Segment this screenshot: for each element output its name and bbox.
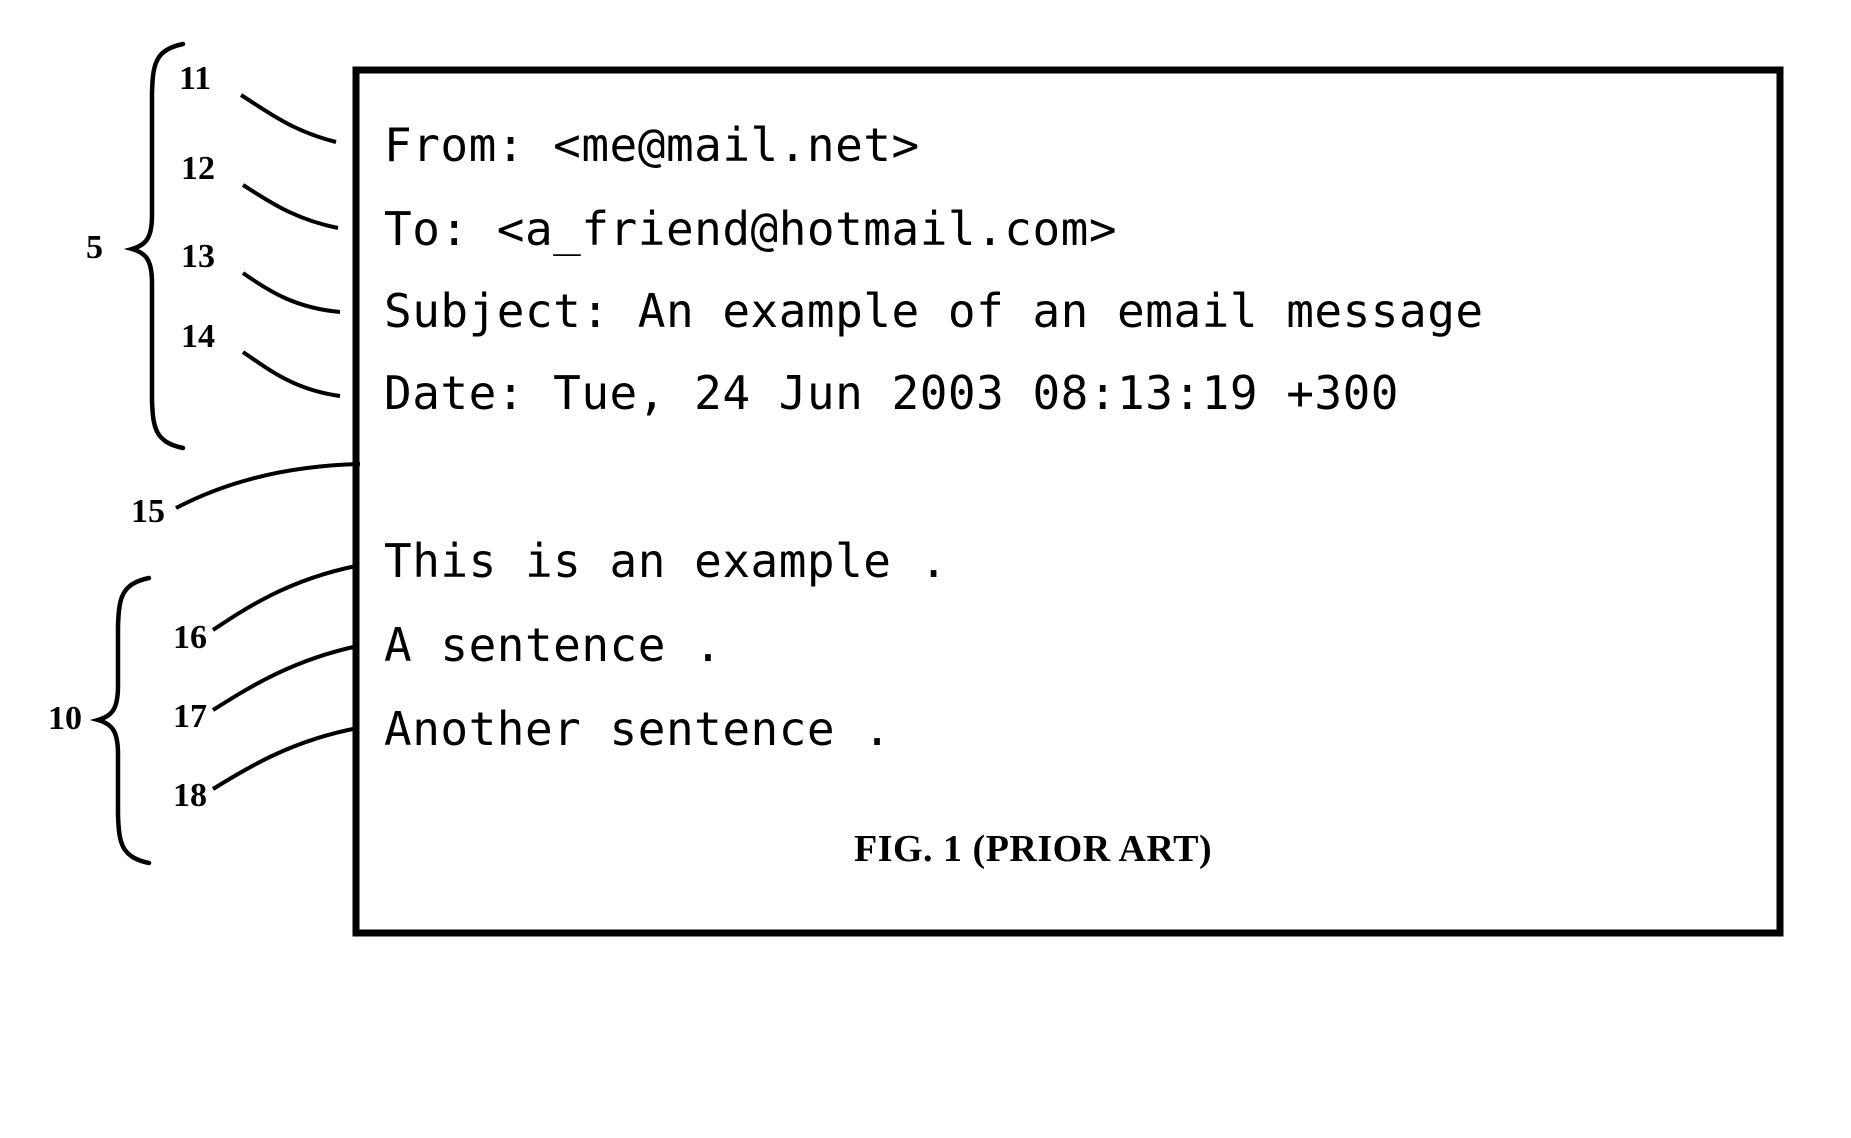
email-header-subject: Subject: An example of an email message	[384, 284, 1484, 338]
reference-numeral-13: 13	[181, 238, 215, 275]
email-header-date: Date: Tue, 24 Jun 2003 08:13:19 +300	[384, 366, 1399, 420]
patent-figure: From: <me@mail.net> To: <a_friend@hotmai…	[0, 0, 1851, 1138]
leader-line-12	[241, 183, 339, 230]
leader-line-18	[211, 726, 359, 791]
reference-numeral-12: 12	[181, 150, 215, 187]
email-body-line-1: This is an example .	[384, 534, 948, 588]
reference-numeral-18: 18	[173, 777, 207, 814]
reference-numeral-10: 10	[48, 700, 82, 737]
leader-line-14	[241, 350, 341, 398]
email-body-line-2: A sentence .	[384, 618, 723, 672]
leader-line-16	[211, 564, 357, 632]
leader-line-11	[239, 93, 337, 144]
leader-line-17	[211, 644, 359, 712]
leader-line-15	[175, 462, 361, 510]
reference-numeral-14: 14	[181, 318, 215, 355]
reference-numeral-16: 16	[173, 619, 207, 656]
reference-numeral-5: 5	[86, 229, 103, 266]
email-message-panel: From: <me@mail.net> To: <a_friend@hotmai…	[356, 70, 1780, 933]
email-body-line-3: Another sentence .	[384, 702, 892, 756]
email-header-from: From: <me@mail.net>	[384, 118, 920, 172]
body-group-brace	[89, 575, 152, 866]
header-group-brace	[123, 41, 186, 451]
figure-caption: FIG. 1 (PRIOR ART)	[854, 828, 1213, 870]
email-header-to: To: <a_friend@hotmail.com>	[384, 202, 1118, 256]
leader-line-13	[241, 271, 341, 314]
reference-numeral-11: 11	[179, 60, 212, 97]
reference-numeral-15: 15	[131, 493, 165, 530]
reference-numeral-17: 17	[173, 698, 207, 735]
